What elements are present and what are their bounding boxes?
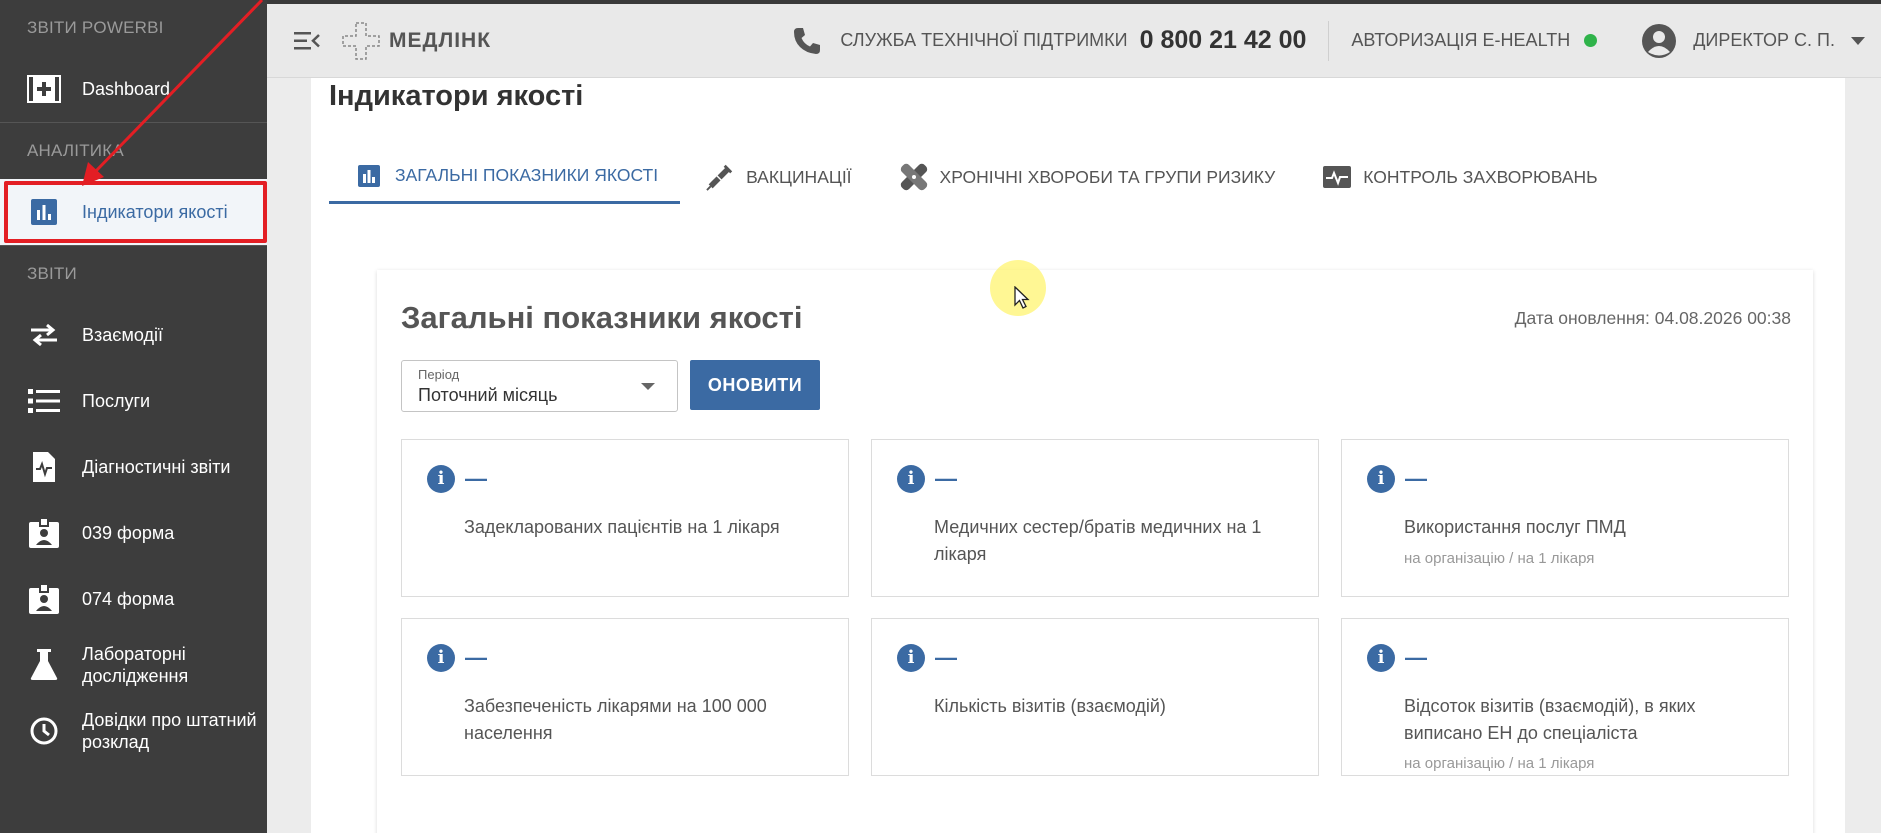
info-icon[interactable]: i — [1367, 644, 1395, 672]
pulse-monitor-icon — [1323, 163, 1352, 191]
page: Індикатори якості ЗАГАЛЬНІ ПОКАЗНИКИ ЯКО… — [311, 78, 1845, 833]
update-date: Дата оновлення: 04.08.2026 00:38 — [1514, 308, 1791, 328]
indicator-sublabel: на організацію / на 1 лікаря — [1404, 550, 1595, 567]
divider — [1328, 20, 1330, 61]
info-icon[interactable]: i — [897, 644, 925, 672]
indicator-label: Кількість візитів (взаємодій) — [934, 696, 1166, 716]
brand-name: МЕДЛІНК — [389, 28, 492, 52]
sidebar-item-dashboard[interactable]: Dashboard — [0, 56, 267, 122]
indicator-value: — — [465, 645, 487, 670]
indicator-value: — — [1405, 466, 1427, 491]
ehealth-auth-status[interactable]: АВТОРИЗАЦІЯ E-HEALTH — [1351, 30, 1598, 51]
bandage-icon — [900, 163, 928, 191]
indicator-tile: i — Забезпеченість лікарями на 100 000 н… — [401, 618, 849, 776]
indicator-label: Задекларованих пацієнтів на 1 лікаря — [464, 517, 780, 537]
status-dot — [1584, 34, 1598, 47]
quality-indicators-card: Загальні показники якості Дата оновлення… — [377, 270, 1813, 833]
indicator-tile: i — Відсоток візитів (взаємодій), в яких… — [1341, 618, 1789, 776]
id-badge-icon — [24, 579, 64, 619]
indicator-tile: i — Використання послуг ПМД на організац… — [1341, 439, 1789, 597]
sidebar: ЗВІТИ POWERBI Dashboard АНАЛІТИКА Індика… — [0, 0, 267, 833]
list-icon — [24, 381, 64, 421]
card-title: Загальні показники якості — [401, 300, 803, 335]
sidebar-item-quality-indicators[interactable]: Індикатори якості — [0, 179, 267, 245]
tab-label: ВАКЦИНАЦІЇ — [746, 166, 852, 187]
tab-label: ЗАГАЛЬНІ ПОКАЗНИКИ ЯКОСТІ — [395, 165, 659, 185]
sidebar-item-staff-schedule[interactable]: Довідки про штатний розклад — [0, 698, 267, 764]
phone-icon — [794, 27, 821, 54]
user-menu[interactable]: ДИРЕКТОР С. П. — [1641, 23, 1865, 59]
info-icon[interactable]: i — [427, 644, 455, 672]
bar-chart-icon — [24, 192, 64, 232]
sidebar-item-label: Діагностичні звіти — [82, 457, 231, 477]
indicator-value: — — [935, 645, 957, 670]
indicator-value: — — [1405, 645, 1427, 670]
tabs: ЗАГАЛЬНІ ПОКАЗНИКИ ЯКОСТІ ВАКЦИНАЦІЇ ХРО… — [329, 150, 1620, 204]
support-phone[interactable]: 0 800 21 42 00 — [1140, 26, 1307, 55]
syringe-icon — [706, 163, 734, 191]
sidebar-item-label: Dashboard — [82, 79, 171, 99]
sidebar-item-services[interactable]: Послуги — [0, 368, 267, 434]
mouse-cursor-icon — [1014, 286, 1030, 309]
tab-label: ХРОНІЧНІ ХВОРОБИ ТА ГРУПИ РИЗИКУ — [939, 166, 1276, 187]
logo[interactable]: МЕДЛІНК — [341, 21, 491, 61]
period-value: Поточний місяць — [418, 385, 558, 405]
swap-arrows-icon — [24, 315, 64, 355]
info-icon[interactable]: i — [427, 465, 455, 493]
bar-chart-icon — [355, 162, 383, 190]
tab-disease-control[interactable]: КОНТРОЛЬ ЗАХВОРЮВАНЬ — [1297, 150, 1619, 204]
indicator-label: Забезпеченість лікарями на 100 000 насел… — [464, 696, 767, 743]
period-label: Період — [418, 367, 460, 382]
sidebar-item-lab-tests[interactable]: Лабораторні дослідження — [0, 632, 267, 698]
sidebar-item-label: Послуги — [82, 391, 151, 411]
user-name: ДИРЕКТОР С. П. — [1693, 30, 1835, 50]
refresh-button[interactable]: ОНОВИТИ — [690, 360, 820, 410]
sidebar-section-reports: ЗВІТИ — [27, 264, 77, 283]
tab-vaccinations[interactable]: ВАКЦИНАЦІЇ — [680, 150, 873, 204]
indicator-label: Відсоток візитів (взаємодій), в яких вип… — [1404, 696, 1696, 743]
info-icon[interactable]: i — [897, 465, 925, 493]
avatar-icon — [1642, 23, 1677, 58]
sidebar-item-label: 039 форма — [82, 523, 175, 543]
support-label: СЛУЖБА ТЕХНІЧНОЇ ПІДТРИМКИ — [840, 30, 1128, 50]
indicator-label: Медичних сестер/братів медичних на 1 лік… — [934, 517, 1262, 564]
sidebar-item-label: Індикатори якості — [82, 202, 228, 222]
plus-box-icon — [24, 69, 64, 109]
main-content: Індикатори якості ЗАГАЛЬНІ ПОКАЗНИКИ ЯКО… — [267, 78, 1881, 833]
sidebar-item-form-039[interactable]: 039 форма — [0, 500, 267, 566]
sidebar-section-analytics: АНАЛІТИКА — [27, 141, 124, 160]
indicator-label: Використання послуг ПМД — [1404, 517, 1626, 537]
diagnostic-doc-icon — [24, 447, 64, 487]
page-title: Індикатори якості — [329, 80, 584, 112]
sidebar-item-label: 074 форма — [82, 589, 175, 609]
clock-icon — [24, 711, 64, 751]
indicator-tile: i — Медичних сестер/братів медичних на 1… — [871, 439, 1319, 597]
caret-down-icon — [641, 383, 655, 390]
ehealth-label: АВТОРИЗАЦІЯ E-HEALTH — [1351, 30, 1571, 50]
indicator-tile: i — Задекларованих пацієнтів на 1 лікаря — [401, 439, 849, 597]
indicator-value: — — [935, 466, 957, 491]
support-info: СЛУЖБА ТЕХНІЧНОЇ ПІДТРИМКИ 0 800 21 42 0… — [792, 26, 1306, 56]
sidebar-section-powerbi: ЗВІТИ POWERBI — [27, 18, 164, 37]
tab-general-quality[interactable]: ЗАГАЛЬНІ ПОКАЗНИКИ ЯКОСТІ — [329, 150, 681, 204]
sidebar-item-diagnostic-reports[interactable]: Діагностичні звіти — [0, 434, 267, 500]
menu-collapse-icon[interactable] — [287, 21, 327, 61]
sidebar-item-interactions[interactable]: Взаємодії — [0, 302, 267, 368]
sidebar-item-label: Довідки про штатний розклад — [82, 710, 257, 752]
medlink-logo-icon — [342, 21, 380, 60]
period-select[interactable]: Період Поточний місяць — [401, 360, 678, 412]
sidebar-item-label: Взаємодії — [82, 325, 163, 345]
chevron-down-icon — [1851, 36, 1865, 45]
tab-chronic-diseases[interactable]: ХРОНІЧНІ ХВОРОБИ ТА ГРУПИ РИЗИКУ — [874, 150, 1298, 204]
indicator-value: — — [465, 466, 487, 491]
top-bar: МЕДЛІНК СЛУЖБА ТЕХНІЧНОЇ ПІДТРИМКИ 0 800… — [267, 0, 1881, 78]
indicator-tile: i — Кількість візитів (взаємодій) — [871, 618, 1319, 776]
indicator-sublabel: на організацію / на 1 лікаря — [1404, 755, 1595, 772]
sidebar-item-form-074[interactable]: 074 форма — [0, 566, 267, 632]
flask-icon — [24, 645, 64, 685]
tab-label: КОНТРОЛЬ ЗАХВОРЮВАНЬ — [1363, 166, 1598, 187]
id-badge-icon — [24, 513, 64, 553]
sidebar-item-label: Лабораторні дослідження — [82, 644, 189, 686]
info-icon[interactable]: i — [1367, 465, 1395, 493]
